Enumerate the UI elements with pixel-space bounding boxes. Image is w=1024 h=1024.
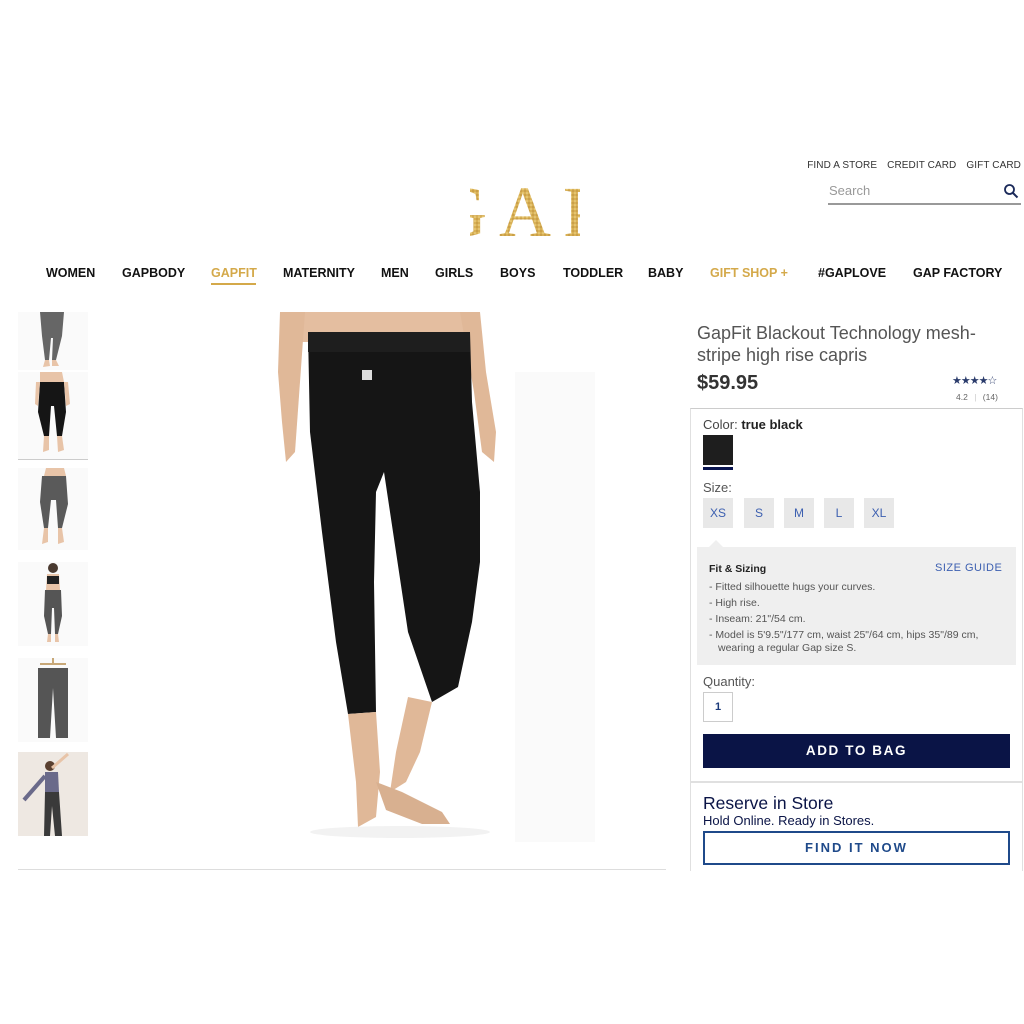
review-count: (14) (982, 392, 998, 402)
size-label: Size: (703, 480, 732, 495)
rating-meta[interactable]: 4.2 | (14) (956, 392, 998, 402)
logo-text: GAP (470, 172, 580, 246)
size-xs-button[interactable]: XS (703, 498, 733, 528)
add-to-bag-button[interactable]: ADD TO BAG (703, 734, 1010, 768)
rating-value: 4.2 (956, 392, 968, 402)
size-s-button[interactable]: S (744, 498, 774, 528)
fit-detail: - Fitted silhouette hugs your curves. (709, 581, 876, 593)
color-swatch-true-black[interactable] (703, 435, 733, 465)
color-label-text: Color: (703, 417, 738, 432)
quantity-label: Quantity: (703, 674, 756, 689)
nav-baby[interactable]: BABY (648, 266, 683, 280)
swatch-selected-indicator (703, 467, 733, 470)
nav-toddler[interactable]: TODDLER (563, 266, 623, 280)
utility-links: FIND A STORE CREDIT CARD GIFT CARD (807, 160, 1021, 171)
gap-logo[interactable]: GAP (470, 168, 580, 246)
search-icon[interactable] (1003, 183, 1019, 199)
nav-boys[interactable]: BOYS (500, 266, 535, 280)
gift-card-link[interactable]: GIFT CARD (966, 160, 1021, 171)
nav-gap-factory[interactable]: GAP FACTORY (913, 266, 1002, 280)
nav-gift-shop[interactable]: GIFT SHOP + (710, 266, 788, 280)
search-input[interactable] (828, 181, 1000, 200)
thumbnail-2[interactable] (18, 372, 88, 460)
credit-card-link[interactable]: CREDIT CARD (887, 160, 956, 171)
nav-gapfit[interactable]: GAPFIT (211, 266, 257, 280)
reserve-title: Reserve in Store (703, 793, 834, 813)
main-product-image[interactable] (140, 312, 610, 842)
reserve-subtitle: Hold Online. Ready in Stores. (703, 813, 875, 828)
gallery-divider (18, 869, 666, 870)
size-l-button[interactable]: L (824, 498, 854, 528)
find-a-store-link[interactable]: FIND A STORE (807, 160, 877, 171)
nav-gaplove[interactable]: #GAPLOVE (818, 266, 886, 280)
fit-detail: - High rise. (709, 597, 760, 609)
color-label: Color: true black (703, 417, 803, 432)
fit-detail: - Model is 5'9.5"/177 cm, waist 25"/64 c… (709, 629, 979, 654)
search-bar (828, 181, 1021, 205)
thumbnail-3[interactable] (18, 468, 88, 550)
thumbnail-4[interactable] (18, 562, 88, 646)
nav-gapbody[interactable]: GAPBODY (122, 266, 185, 280)
color-value: true black (741, 417, 803, 432)
main-nav: WOMEN GAPBODY GAPFIT MATERNITY MEN GIRLS… (0, 266, 1024, 288)
nav-women[interactable]: WOMEN (46, 266, 95, 280)
fit-detail: - Inseam: 21"/54 cm. (709, 613, 806, 625)
thumbnail-6[interactable] (18, 752, 88, 836)
nav-maternity[interactable]: MATERNITY (283, 266, 355, 280)
size-m-button[interactable]: M (784, 498, 814, 528)
thumbnail-5[interactable] (18, 658, 88, 742)
thumbnail-1[interactable] (18, 312, 88, 370)
quantity-input[interactable]: 1 (703, 692, 733, 722)
size-xl-button[interactable]: XL (864, 498, 894, 528)
nav-men[interactable]: MEN (381, 266, 409, 280)
rating-stars[interactable]: ★★★★☆ (952, 374, 997, 387)
product-title: GapFit Blackout Technology mesh-stripe h… (697, 323, 976, 365)
size-guide-link[interactable]: SIZE GUIDE (935, 562, 1002, 574)
find-it-now-button[interactable]: FIND IT NOW (703, 831, 1010, 865)
product-price: $59.95 (697, 372, 759, 394)
nav-girls[interactable]: GIRLS (435, 266, 473, 280)
fit-sizing-title: Fit & Sizing (709, 563, 767, 575)
fit-details-list: - Fitted silhouette hugs your curves. - … (709, 579, 1009, 655)
nav-active-underline (211, 283, 256, 285)
rating-divider: | (974, 392, 977, 402)
